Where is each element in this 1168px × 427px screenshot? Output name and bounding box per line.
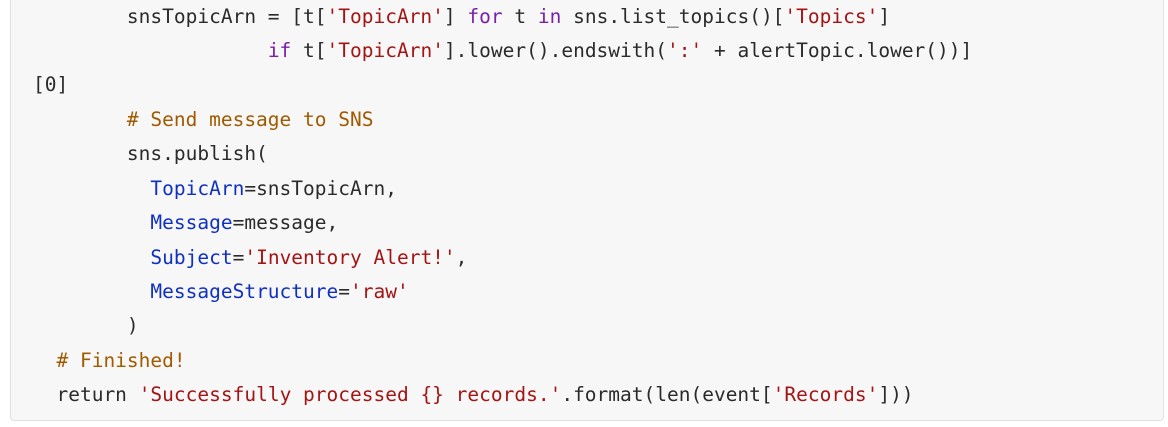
code-line: Subject='Inventory Alert!', — [33, 246, 467, 270]
code-line: # Send message to SNS — [33, 108, 374, 132]
code-token: 'Inventory Alert!' — [244, 246, 456, 269]
code-token: 'Topics' — [784, 5, 879, 28]
code-token: MessageStructure — [150, 280, 339, 303]
code-token: = — [232, 246, 245, 269]
code-token: 'TopicArn' — [326, 39, 444, 62]
code-token: # Send message to SNS — [126, 108, 374, 131]
code-token: =snsTopicArn, — [244, 177, 397, 200]
code-line: if t['TopicArn'].lower().endswith(':' + … — [33, 39, 972, 63]
code-line: Message=message, — [33, 211, 338, 235]
code-line: [0] — [33, 73, 68, 97]
code-token: Subject — [150, 246, 233, 269]
code-token: if — [267, 39, 292, 62]
code-token: .format(len(event[ — [561, 383, 773, 406]
code-line: # Finished! — [33, 349, 186, 373]
code-token: t[ — [291, 39, 327, 62]
code-token: [0] — [33, 73, 69, 96]
code-token: 'Records' — [772, 383, 879, 406]
code-line: ) — [33, 314, 139, 338]
code-token: return — [56, 383, 127, 406]
code-token: = — [338, 280, 350, 303]
code-line: return 'Successfully processed {} record… — [33, 383, 914, 407]
code-token: Message — [150, 211, 233, 234]
code-token: TopicArn — [150, 177, 245, 200]
code-line: snsTopicArn = [t['TopicArn'] for t in sn… — [33, 5, 890, 29]
code-token: =message, — [232, 211, 339, 234]
code-token: ])) — [878, 383, 914, 406]
code-token: t — [502, 5, 538, 28]
code-token: snsTopicArn = [t[ — [126, 5, 327, 28]
code-line: TopicArn=snsTopicArn, — [33, 177, 397, 201]
code-token: + alertTopic.lower())] — [702, 39, 973, 62]
code-line: sns.publish( — [33, 142, 268, 166]
code-token: in — [537, 5, 562, 28]
code-token: 'Successfully processed {} records.' — [138, 383, 562, 406]
code-token: sns.list_topics()[ — [561, 5, 785, 28]
code-block: snsTopicArn = [t['TopicArn'] for t in sn… — [10, 0, 1164, 421]
code-token: # Finished! — [56, 349, 186, 372]
code-token: 'TopicArn' — [326, 5, 444, 28]
code-token: ':' — [667, 39, 703, 62]
code-token: ].lower().endswith( — [443, 39, 667, 62]
code-token: , — [455, 246, 468, 269]
code-token: ) — [126, 314, 139, 337]
code-token: ] — [878, 5, 891, 28]
code-token: 'raw' — [350, 280, 409, 303]
code-line: MessageStructure='raw' — [33, 280, 409, 304]
code-token: sns.publish( — [126, 142, 268, 165]
code-token: for — [467, 5, 503, 28]
code-token: ] — [443, 5, 468, 28]
